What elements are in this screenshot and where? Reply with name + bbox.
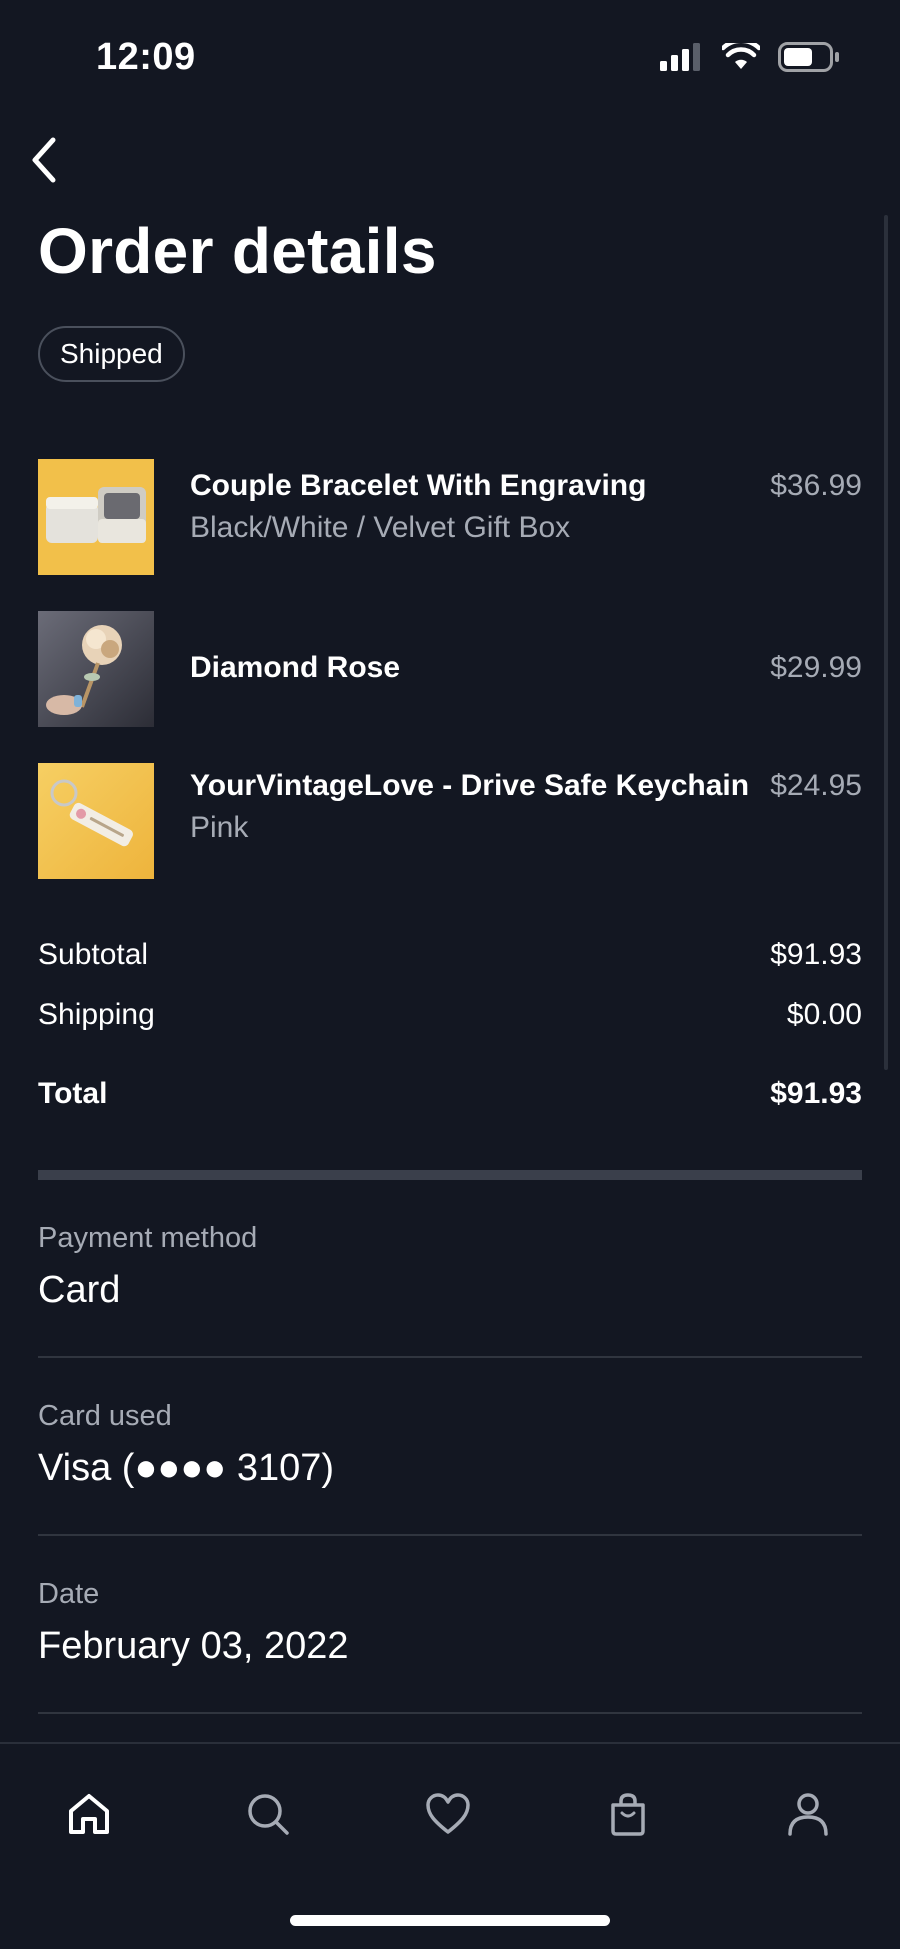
item-name: YourVintageLove - Drive Safe Keychain [190, 769, 750, 802]
search-icon [248, 1794, 289, 1835]
payment-method-value: Card [38, 1269, 121, 1311]
battery-icon [778, 42, 839, 72]
cellular-signal-icon [660, 43, 700, 71]
date-block: Date February 03, 2022 [38, 1578, 862, 1668]
order-item[interactable]: Couple Bracelet With Engraving Black/Whi… [38, 459, 862, 575]
item-thumbnail [38, 611, 154, 727]
item-thumbnail [38, 763, 154, 879]
page-title: Order details [38, 215, 437, 287]
item-price: $29.99 [770, 651, 862, 684]
tab-search[interactable] [238, 1784, 298, 1844]
total-value: $91.93 [770, 1077, 862, 1110]
item-price: $36.99 [770, 469, 862, 502]
card-used-label: Card used [38, 1400, 172, 1432]
home-icon [69, 1794, 109, 1834]
payment-method-label: Payment method [38, 1222, 258, 1254]
divider [38, 1712, 862, 1714]
status-badge: Shipped [38, 326, 185, 382]
item-variant: Black/White / Velvet Gift Box [190, 511, 571, 544]
card-used-value: Visa (●●●● 3107) [38, 1447, 335, 1489]
keychain-image [38, 763, 154, 879]
home-indicator[interactable] [290, 1915, 610, 1926]
item-variant: Pink [190, 811, 249, 844]
card-used-block: Card used Visa (●●●● 3107) [38, 1400, 862, 1490]
shipping-value: $0.00 [786, 998, 862, 1031]
status-time: 12:09 [96, 36, 196, 78]
date-label: Date [38, 1578, 100, 1610]
diamond-rose-image [38, 611, 154, 727]
total-label: Total [38, 1077, 108, 1110]
tab-bag[interactable] [598, 1784, 658, 1844]
wifi-icon [722, 43, 760, 69]
bag-icon [611, 1793, 645, 1836]
subtotal-row: Subtotal $91.93 [38, 938, 862, 972]
status-icons [660, 42, 840, 72]
order-item[interactable]: Diamond Rose $29.99 [38, 611, 862, 727]
payment-method-block: Payment method Card [38, 1222, 862, 1312]
shipping-label: Shipping [38, 998, 155, 1031]
total-row: Total $91.93 [38, 1077, 862, 1111]
scroll-indicator [884, 215, 888, 1070]
item-price: $24.95 [770, 769, 862, 802]
item-name: Diamond Rose [190, 651, 401, 684]
status-bar: 12:09 [0, 0, 900, 110]
tab-home[interactable] [59, 1784, 119, 1844]
item-name: Couple Bracelet With Engraving [190, 469, 647, 502]
divider [38, 1356, 862, 1358]
subtotal-value: $91.93 [770, 938, 862, 971]
item-thumbnail [38, 459, 154, 575]
back-button[interactable] [14, 130, 74, 190]
gift-box-image [38, 459, 154, 575]
chevron-left-icon [32, 137, 56, 183]
subtotal-label: Subtotal [38, 938, 149, 971]
divider [38, 1534, 862, 1536]
tab-profile[interactable] [778, 1784, 838, 1844]
section-divider [38, 1170, 862, 1180]
tab-favorites[interactable] [418, 1784, 478, 1844]
heart-icon [426, 1793, 470, 1834]
date-value: February 03, 2022 [38, 1625, 349, 1667]
shipping-row: Shipping $0.00 [38, 998, 862, 1032]
profile-icon [788, 1793, 828, 1836]
order-item[interactable]: YourVintageLove - Drive Safe Keychain Pi… [38, 763, 862, 879]
